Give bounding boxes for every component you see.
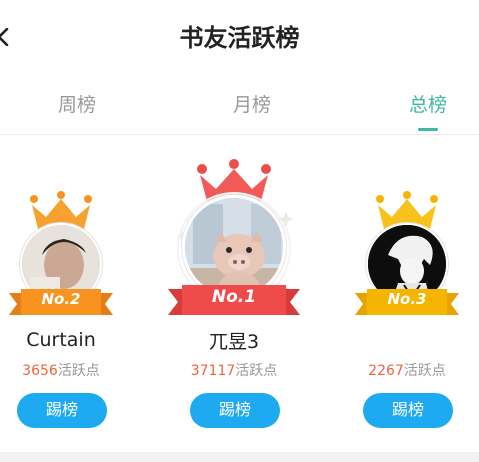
rank-badge-label: No.3 [387, 290, 427, 308]
activity-points: 3656活跃点 [22, 363, 100, 379]
tab-total[interactable]: 总榜 [388, 90, 468, 117]
kick-button[interactable]: 踢榜 [17, 393, 107, 428]
tab-weekly[interactable]: 周榜 [37, 90, 117, 117]
kick-button[interactable]: 踢榜 [190, 393, 280, 428]
rank-badge-label: No.1 [211, 287, 257, 307]
page-title: 书友活跃榜 [179, 24, 300, 52]
kick-button[interactable]: 踢榜 [363, 393, 453, 428]
active-tab-indicator [418, 128, 438, 131]
rank-badge-label: No.2 [41, 290, 81, 308]
activity-points: 37117活跃点 [190, 363, 278, 379]
tab-bar: 周榜 月榜 总榜 [0, 78, 479, 134]
activity-points: 2267活跃点 [368, 363, 446, 379]
header: 书友活跃榜 [0, 0, 479, 70]
rank-item-3: No.3 2267活跃点 踢榜 [327, 135, 479, 455]
rank-item-2: No.2 Curtain 3656活跃点 踢榜 [0, 135, 141, 455]
bottom-divider [0, 452, 479, 462]
user-name[interactable]: 兀昱3 [154, 327, 314, 354]
leaderboard-screen: 书友活跃榜 周榜 月榜 总榜 No.2 Curtain 3656活跃点 踢榜 N… [0, 0, 479, 462]
user-name[interactable]: Curtain [0, 329, 141, 351]
tab-monthly[interactable]: 月榜 [212, 90, 292, 117]
rank-item-1: No.1 兀昱3 37117活跃点 踢榜 [154, 135, 314, 455]
